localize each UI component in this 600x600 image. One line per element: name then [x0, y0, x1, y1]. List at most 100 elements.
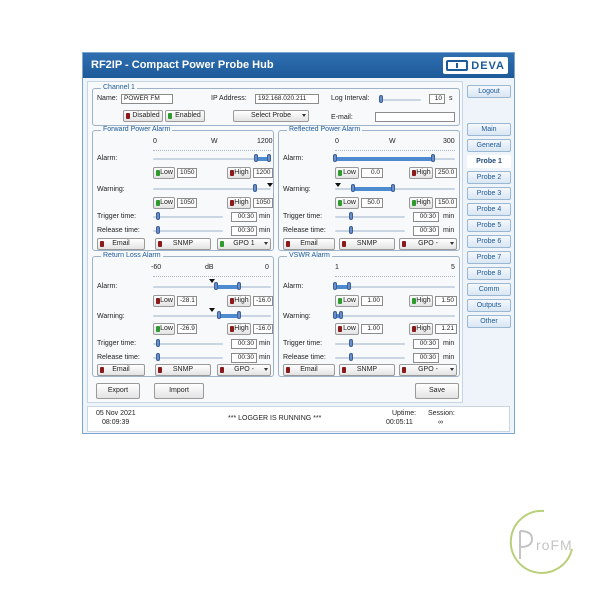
reflected-gpo-dropdown[interactable]: GPO -	[399, 238, 457, 250]
reflected-warning-low-handle[interactable]	[351, 184, 355, 192]
return-loss-warning-high-field[interactable]: -16.0	[253, 324, 273, 334]
reflected-alarm-high-field[interactable]: 250.0	[435, 168, 457, 178]
disabled-button[interactable]: Disabled	[123, 110, 163, 122]
enabled-button[interactable]: Enabled	[165, 110, 205, 122]
vswr-alarm-high-button[interactable]: High	[409, 295, 433, 307]
nav-item-outputs[interactable]: Outputs	[467, 299, 511, 312]
nav-item-general[interactable]: General	[467, 139, 511, 152]
nav-item-probe-2[interactable]: Probe 2	[467, 171, 511, 184]
nav-item-probe-6[interactable]: Probe 6	[467, 235, 511, 248]
return-loss-warning-high-button[interactable]: High	[227, 323, 251, 335]
return-loss-alarm-high-handle[interactable]	[237, 282, 241, 290]
return-loss-trigger-field[interactable]: 00:30	[231, 339, 257, 349]
reflected-alarm-low-handle[interactable]	[333, 154, 337, 162]
vswr-warning-high-field[interactable]: 1.21	[435, 324, 457, 334]
nav-item-comm[interactable]: Comm	[467, 283, 511, 296]
nav-item-other[interactable]: Other	[467, 315, 511, 328]
reflected-warning-high-handle[interactable]	[391, 184, 395, 192]
return-loss-release-slider[interactable]	[156, 353, 160, 361]
vswr-alarm-low-button[interactable]: Low	[335, 295, 359, 307]
return-loss-alarm-low-button[interactable]: Low	[153, 295, 175, 307]
reflected-warning-high-field[interactable]: 150.0	[435, 198, 457, 208]
vswr-snmp-button[interactable]: SNMP	[339, 364, 395, 376]
vswr-warning-low-handle[interactable]	[333, 311, 337, 319]
vswr-trigger-slider[interactable]	[349, 339, 353, 347]
forward-alarm-high-button[interactable]: High	[227, 167, 251, 179]
reflected-release-slider[interactable]	[349, 226, 353, 234]
name-field[interactable]: POWER FM	[121, 94, 173, 104]
vswr-gpo-dropdown[interactable]: GPO -	[399, 364, 457, 376]
nav-item-probe-3[interactable]: Probe 3	[467, 187, 511, 200]
forward-warning-low-handle[interactable]	[253, 184, 257, 192]
forward-warning-low-field[interactable]: 1050	[177, 198, 197, 208]
reflected-email-button[interactable]: Email	[283, 238, 335, 250]
vswr-release-slider[interactable]	[349, 353, 353, 361]
reflected-alarm-low-button[interactable]: Low	[335, 167, 359, 179]
forward-alarm-low-field[interactable]: 1050	[177, 168, 197, 178]
reflected-warning-high-button[interactable]: High	[409, 197, 433, 209]
forward-gpo-dropdown[interactable]: GPO 1	[217, 238, 271, 250]
return-loss-trigger-slider[interactable]	[156, 339, 160, 347]
forward-warning-high-button[interactable]: High	[227, 197, 251, 209]
nav-item-probe-5[interactable]: Probe 5	[467, 219, 511, 232]
return-loss-alarm-high-button[interactable]: High	[227, 295, 251, 307]
reflected-snmp-button[interactable]: SNMP	[339, 238, 395, 250]
nav-item-probe-4[interactable]: Probe 4	[467, 203, 511, 216]
return-loss-warning-low-button[interactable]: Low	[153, 323, 175, 335]
reflected-alarm-high-handle[interactable]	[431, 154, 435, 162]
vswr-warning-low-button[interactable]: Low	[335, 323, 359, 335]
forward-warning-low-button[interactable]: Low	[153, 197, 175, 209]
forward-alarm-high-field[interactable]: 1200	[253, 168, 273, 178]
nav-item-probe-8[interactable]: Probe 8	[467, 267, 511, 280]
vswr-release-field[interactable]: 00:30	[413, 353, 439, 363]
forward-alarm-low-handle[interactable]	[254, 154, 258, 162]
log-interval-slider[interactable]	[379, 95, 383, 103]
reflected-alarm-low-field[interactable]: 0.0	[361, 168, 383, 178]
return-loss-alarm-high-field[interactable]: -16.0	[253, 296, 273, 306]
reflected-trigger-slider[interactable]	[349, 212, 353, 220]
return-loss-email-button[interactable]: Email	[97, 364, 145, 376]
forward-release-field[interactable]: 00:30	[231, 226, 257, 236]
forward-release-slider[interactable]	[156, 226, 160, 234]
nav-item-main[interactable]: Main	[467, 123, 511, 136]
return-loss-snmp-button[interactable]: SNMP	[155, 364, 211, 376]
nav-item-probe-7[interactable]: Probe 7	[467, 251, 511, 264]
forward-alarm-low-button[interactable]: Low	[153, 167, 175, 179]
return-loss-gpo-dropdown[interactable]: GPO -	[217, 364, 271, 376]
return-loss-alarm-low-field[interactable]: -28.1	[177, 296, 197, 306]
vswr-trigger-field[interactable]: 00:30	[413, 339, 439, 349]
logout-button[interactable]: Logout	[467, 85, 511, 98]
return-loss-release-field[interactable]: 00:30	[231, 353, 257, 363]
import-button[interactable]: Import	[154, 383, 204, 399]
vswr-alarm-low-handle[interactable]	[333, 282, 337, 290]
reflected-warning-low-field[interactable]: 50.0	[361, 198, 383, 208]
log-interval-field[interactable]: 10	[429, 94, 445, 104]
forward-warning-high-field[interactable]: 1050	[253, 198, 273, 208]
reflected-release-field[interactable]: 00:30	[413, 226, 439, 236]
vswr-warning-low-field[interactable]: 1.00	[361, 324, 383, 334]
export-button[interactable]: Export	[96, 383, 140, 399]
save-button[interactable]: Save	[415, 383, 459, 399]
vswr-warning-high-button[interactable]: High	[409, 323, 433, 335]
forward-email-button[interactable]: Email	[97, 238, 145, 250]
email-field[interactable]	[375, 112, 455, 122]
vswr-alarm-high-handle[interactable]	[347, 282, 351, 290]
forward-alarm-high-handle[interactable]	[267, 154, 271, 162]
vswr-email-button[interactable]: Email	[283, 364, 335, 376]
vswr-alarm-high-field[interactable]: 1.50	[435, 296, 457, 306]
forward-trigger-field[interactable]: 00:30	[231, 212, 257, 222]
vswr-alarm-low-field[interactable]: 1.00	[361, 296, 383, 306]
forward-snmp-button[interactable]: SNMP	[155, 238, 211, 250]
reflected-alarm-high-button[interactable]: High	[409, 167, 433, 179]
reflected-warning-low-button[interactable]: Low	[335, 197, 359, 209]
return-loss-warning-high-handle[interactable]	[237, 311, 241, 319]
vswr-warning-high-handle[interactable]	[339, 311, 343, 319]
return-loss-alarm-low-handle[interactable]	[214, 282, 218, 290]
ip-address-field[interactable]: 192.168.020.211	[255, 94, 319, 104]
reflected-trigger-field[interactable]: 00:30	[413, 212, 439, 222]
forward-trigger-slider[interactable]	[156, 212, 160, 220]
return-loss-warning-low-field[interactable]: -26.9	[177, 324, 197, 334]
return-loss-warning-low-handle[interactable]	[217, 311, 221, 319]
select-probe-dropdown[interactable]: Select Probe	[233, 110, 309, 122]
nav-item-probe-1[interactable]: Probe 1	[467, 155, 511, 168]
